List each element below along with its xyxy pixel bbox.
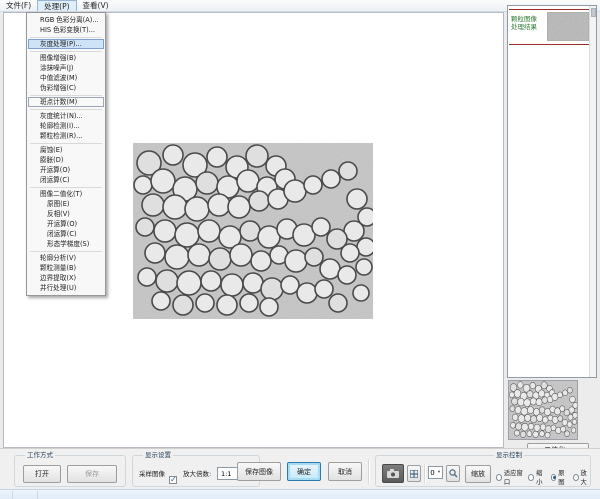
zoom-factor-label: 放大倍数: — [183, 469, 211, 479]
selection-rule-top — [509, 9, 590, 10]
menu-view[interactable]: 查看(V) — [77, 0, 115, 11]
menu-item-23[interactable]: 反相(V) — [27, 209, 105, 219]
menu-item-14[interactable]: 颗粒检测(R)... — [27, 131, 105, 141]
ok-button[interactable]: 确定 — [287, 462, 321, 481]
menu-separator — [27, 249, 105, 253]
menu-item-24[interactable]: 开运算(O) — [27, 219, 105, 229]
menu-item-12[interactable]: 灰度统计(N)... — [27, 111, 105, 121]
menu-separator — [27, 185, 105, 189]
menu-process[interactable]: 处理(P) — [37, 0, 76, 11]
menu-item-8[interactable]: 伪彩增强(C) — [27, 83, 105, 93]
menu-item-3[interactable]: 灰度处理(P)... — [28, 39, 104, 49]
work-mode-group: 工作方式 打开 保存 — [14, 455, 126, 487]
menu-file[interactable]: 文件(F) — [0, 0, 37, 11]
menu-item-17[interactable]: 膨胀(D) — [27, 155, 105, 165]
radio-icon[interactable] — [496, 474, 502, 481]
sample-image-checkbox[interactable] — [169, 476, 177, 484]
save-image-button[interactable]: 保存图像 — [237, 462, 281, 481]
camera-icon[interactable] — [382, 464, 404, 483]
status-cell-1 — [0, 491, 13, 499]
menu-separator — [27, 49, 105, 53]
save-button[interactable]: 保存 — [67, 465, 117, 483]
menu-item-6[interactable]: 涂抹噪声(J) — [27, 63, 105, 73]
menu-separator — [27, 141, 105, 145]
original-image-thumbnail[interactable] — [508, 380, 578, 440]
magnifier-icon[interactable] — [446, 465, 460, 482]
zoom-button[interactable]: 缩放 — [465, 465, 491, 483]
cancel-button[interactable]: 取消 — [328, 462, 362, 481]
frame-spinner[interactable]: 0 ▾ — [428, 466, 443, 479]
result-list-selected-item[interactable]: 颗粒图像 处理结果 — [509, 9, 590, 45]
menu-item-7[interactable]: 中值滤波(M) — [27, 73, 105, 83]
menu-item-21[interactable]: 图像二值化(T) — [27, 189, 105, 199]
menu-separator — [27, 93, 105, 97]
menu-item-31[interactable]: 并行处理(U) — [27, 283, 105, 293]
grid-icon[interactable] — [407, 465, 421, 482]
zoom-mode-radios: 适应窗口缩小原图放大 — [496, 468, 590, 486]
menu-item-25[interactable]: 闭运算(C) — [27, 229, 105, 239]
sample-image-label: 采样图像 — [139, 469, 165, 479]
menu-item-1[interactable]: HIS 色彩变换(T)... — [27, 25, 105, 35]
result-item-thumbnail — [547, 12, 589, 41]
control-divider — [424, 464, 426, 483]
menu-item-5[interactable]: 图像增强(B) — [27, 53, 105, 63]
list-scroll-thumb[interactable] — [591, 8, 596, 17]
menu-separator — [27, 107, 105, 111]
zoom-mode-radio-label: 原图 — [558, 468, 567, 486]
display-control-group-label: 显示控制 — [494, 451, 524, 460]
spinner-arrows-icon[interactable]: ▾ — [436, 470, 442, 475]
menu-item-29[interactable]: 颗粒测量(B) — [27, 263, 105, 273]
frame-spinner-value: 0 — [429, 469, 436, 477]
menu-item-19[interactable]: 闭运算(C) — [27, 175, 105, 185]
process-menu-dropdown: RGB 色彩分离(A)...HIS 色彩变换(T)... 灰度处理(P)... 图像… — [26, 12, 106, 296]
radio-icon[interactable] — [573, 474, 579, 481]
result-item-label: 颗粒图像 处理结果 — [511, 15, 537, 31]
menu-item-26[interactable]: 形态学梯度(S) — [27, 239, 105, 249]
display-control-group: 显示控制 0 ▾ 缩放 适应窗口缩小原图放大 — [375, 455, 591, 487]
radio-icon[interactable] — [551, 474, 557, 481]
menu-item-28[interactable]: 轮廓分析(V) — [27, 253, 105, 263]
menu-item-30[interactable]: 边界提取(X) — [27, 273, 105, 283]
status-bar — [0, 489, 600, 499]
status-cell-2 — [13, 491, 38, 499]
zoom-mode-radio-3[interactable]: 放大 — [573, 468, 590, 486]
zoom-mode-radio-0[interactable]: 适应窗口 — [496, 468, 523, 486]
menu-item-10[interactable]: 斑点计数(M) — [28, 97, 104, 107]
toolbar-divider — [368, 459, 370, 484]
bottom-control-bar: 工作方式 打开 保存 显示设置 采样图像 放大倍数: 1:1 ▼ 保存图像 确定… — [0, 448, 600, 489]
zoom-mode-radio-label: 缩小 — [536, 468, 545, 486]
result-list[interactable]: 颗粒图像 处理结果 — [507, 5, 597, 378]
menu-item-18[interactable]: 开运算(O) — [27, 165, 105, 175]
selection-rule-bottom — [509, 44, 590, 45]
list-scrollbar[interactable] — [589, 6, 596, 377]
particle-image — [133, 143, 373, 319]
zoom-mode-radio-label: 适应窗口 — [504, 468, 523, 486]
menu-item-16[interactable]: 腐蚀(E) — [27, 145, 105, 155]
zoom-mode-radio-label: 放大 — [581, 468, 590, 486]
menu-item-13[interactable]: 轮廓检测(I)... — [27, 121, 105, 131]
radio-icon[interactable] — [528, 474, 534, 481]
zoom-mode-radio-1[interactable]: 缩小 — [528, 468, 545, 486]
work-mode-group-label: 工作方式 — [25, 451, 55, 460]
display-settings-group-label: 显示设置 — [143, 451, 173, 460]
menu-separator — [27, 35, 105, 39]
menu-item-0[interactable]: RGB 色彩分离(A)... — [27, 15, 105, 25]
menu-item-22[interactable]: 原图(E) — [27, 199, 105, 209]
open-button[interactable]: 打开 — [23, 465, 61, 483]
zoom-mode-radio-2[interactable]: 原图 — [551, 468, 568, 486]
